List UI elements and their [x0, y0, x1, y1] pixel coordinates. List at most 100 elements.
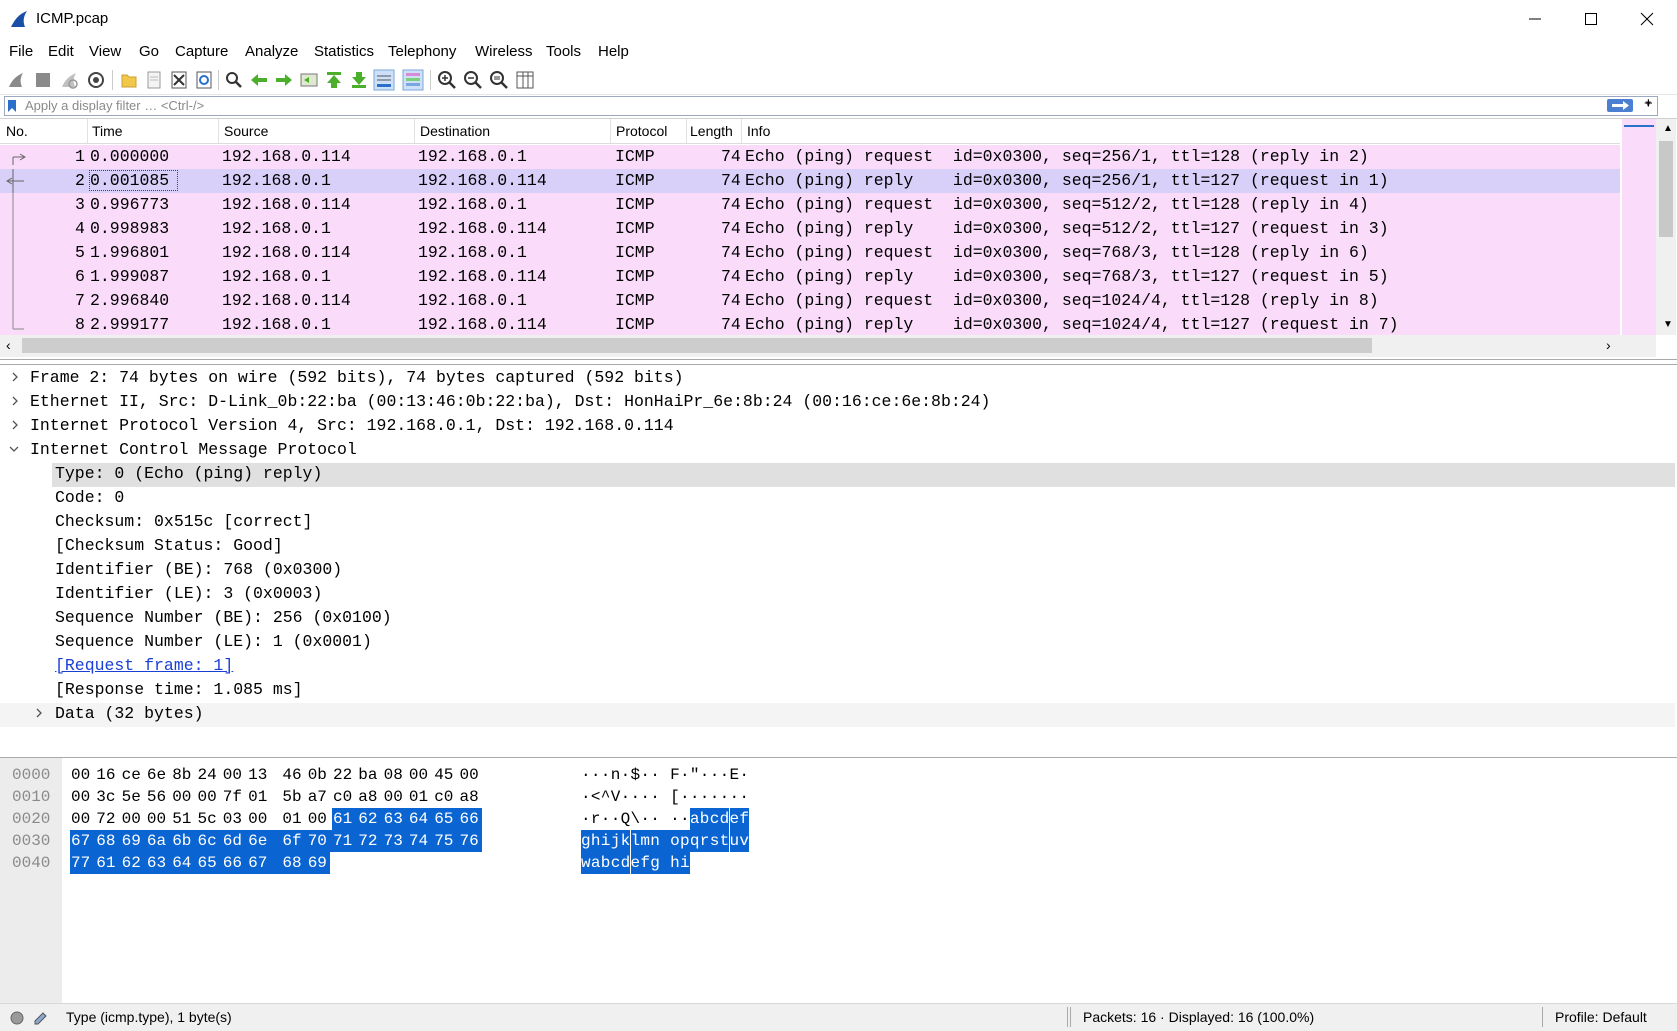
zoom-out-icon[interactable]	[462, 69, 484, 91]
hex-byte[interactable]: c0	[433, 786, 459, 808]
hex-byte[interactable]: 00	[197, 786, 223, 808]
hex-byte[interactable]: 00	[121, 808, 147, 830]
ascii-char[interactable]: ·	[690, 786, 700, 808]
menu-view[interactable]: View	[89, 43, 121, 60]
minimize-button[interactable]	[1506, 0, 1564, 38]
hex-byte[interactable]: 6e	[247, 830, 283, 852]
ascii-char[interactable]: ·	[700, 786, 710, 808]
ascii-char[interactable]: w	[581, 852, 591, 874]
chevron-right-icon[interactable]	[10, 396, 20, 406]
packet-row[interactable]: 7 2.996840 192.168.0.114 192.168.0.1 ICM…	[0, 289, 1620, 313]
column-header-source[interactable]: Source	[224, 123, 268, 139]
hex-byte[interactable]: 62	[357, 808, 384, 830]
ascii-char[interactable]: u	[729, 830, 740, 852]
hex-byte[interactable]: 6f	[281, 830, 308, 852]
hex-byte[interactable]: 00	[307, 808, 333, 830]
hex-byte[interactable]: 6c	[196, 830, 223, 852]
ascii-char[interactable]: ·	[700, 764, 710, 786]
chevron-down-icon[interactable]: ▼	[1663, 319, 1673, 330]
packet-row[interactable]: 5 1.996801 192.168.0.114 192.168.0.1 ICM…	[0, 241, 1620, 265]
hex-byte[interactable]: 72	[357, 830, 384, 852]
column-header-time[interactable]: Time	[92, 123, 123, 139]
ascii-char[interactable]: [	[670, 786, 680, 808]
hex-byte[interactable]: 03	[222, 808, 248, 830]
hex-byte[interactable]: 6e	[146, 764, 172, 786]
ascii-char[interactable]: Q	[621, 808, 631, 830]
tree-item-seq-be[interactable]: Sequence Number (BE): 256 (0x0100)	[0, 607, 1675, 631]
hex-byte[interactable]: 68	[95, 830, 122, 852]
ascii-char[interactable]: ·	[739, 786, 749, 808]
hex-line[interactable]: 0000 00 16 ce 6e 8b 24 00 13 46 0b 22 ba 08 00 45 00 · · · n…	[0, 764, 1677, 786]
ascii-char[interactable]: j	[610, 830, 621, 852]
ascii-char[interactable]: ·	[621, 764, 631, 786]
tree-item-icmp[interactable]: Internet Control Message Protocol	[0, 439, 1675, 463]
restart-capture-icon[interactable]	[58, 69, 80, 91]
ascii-char[interactable]: ·	[720, 764, 730, 786]
close-file-icon[interactable]	[168, 69, 190, 91]
hex-byte[interactable]: 01	[281, 808, 307, 830]
hex-byte[interactable]: 67	[247, 852, 283, 874]
hex-byte[interactable]: 64	[171, 852, 198, 874]
scrollbar-thumb[interactable]	[22, 338, 1372, 353]
ascii-char[interactable]: m	[640, 830, 651, 852]
ascii-char[interactable]: ·	[710, 786, 720, 808]
ascii-char[interactable]: t	[719, 830, 730, 852]
ascii-char[interactable]: ·	[591, 764, 601, 786]
tree-item-identifier-le[interactable]: Identifier (LE): 3 (0x0003)	[0, 583, 1675, 607]
hex-byte[interactable]: 65	[196, 852, 223, 874]
packet-row[interactable]: 6 1.999087 192.168.0.1 192.168.0.114 ICM…	[0, 265, 1620, 289]
chevron-right-icon[interactable]	[10, 372, 20, 382]
last-packet-icon[interactable]	[348, 69, 370, 91]
hex-byte[interactable]: 62	[120, 852, 147, 874]
ascii-char[interactable]: i	[600, 830, 611, 852]
vertical-scrollbar[interactable]: ▲ ▼	[1656, 119, 1676, 335]
hex-byte[interactable]: 64	[407, 808, 435, 830]
ascii-char[interactable]: ·	[730, 786, 740, 808]
colorize-icon[interactable]	[402, 69, 424, 91]
hex-byte[interactable]: 61	[95, 852, 122, 874]
ascii-char[interactable]: h	[590, 830, 601, 852]
ascii-char[interactable]: o	[670, 830, 680, 852]
add-filter-button[interactable]: +	[1644, 95, 1653, 112]
menu-wireless[interactable]: Wireless	[475, 43, 533, 60]
hex-byte[interactable]: 00	[70, 786, 96, 808]
tree-item-frame[interactable]: Frame 2: 74 bytes on wire (592 bits), 74…	[0, 367, 1675, 391]
hex-byte[interactable]: 00	[171, 786, 197, 808]
hex-byte[interactable]: c0	[332, 786, 358, 808]
ascii-char[interactable]: e	[729, 808, 740, 830]
ascii-char[interactable]: r	[699, 830, 710, 852]
hex-byte[interactable]: 63	[382, 808, 409, 830]
ascii-char[interactable]: <	[591, 786, 601, 808]
ascii-char[interactable]: a	[590, 852, 601, 874]
ascii-char[interactable]: ·	[640, 786, 650, 808]
hex-byte[interactable]: 67	[70, 830, 97, 852]
capture-comment-icon[interactable]	[33, 1009, 49, 1025]
go-back-icon[interactable]	[248, 69, 270, 91]
hex-byte[interactable]: a8	[357, 786, 383, 808]
ascii-char[interactable]: ·	[640, 808, 650, 830]
ascii-char[interactable]: ·	[581, 786, 591, 808]
hex-line[interactable]: 0020 00 72 00 00 51 5c 03 00 01 00 61 62 63 64 65 66 · r · ·…	[0, 808, 1677, 830]
ascii-char[interactable]: v	[739, 830, 750, 852]
status-profile[interactable]: Profile: Default	[1555, 1009, 1647, 1025]
tree-item-seq-le[interactable]: Sequence Number (LE): 1 (0x0001)	[0, 631, 1675, 655]
ascii-char[interactable]: ^	[601, 786, 611, 808]
menu-help[interactable]: Help	[598, 43, 629, 60]
menu-telephony[interactable]: Telephony	[388, 43, 456, 60]
ascii-char[interactable]: $	[631, 764, 641, 786]
ascii-char[interactable]: \	[631, 808, 641, 830]
ascii-char[interactable]: f	[640, 852, 651, 874]
tree-item-checksum-status[interactable]: [Checksum Status: Good]	[0, 535, 1675, 559]
hex-byte[interactable]: 74	[407, 830, 435, 852]
hex-byte[interactable]: 5c	[197, 808, 223, 830]
normal-size-icon[interactable]	[488, 69, 510, 91]
column-header-info[interactable]: Info	[747, 123, 770, 139]
hex-byte[interactable]: 65	[433, 808, 460, 830]
hex-byte[interactable]: 00	[383, 786, 409, 808]
hex-byte[interactable]: ba	[357, 764, 383, 786]
packet-row-selected[interactable]: 2 0.001085 192.168.0.1 192.168.0.114 ICM…	[0, 169, 1620, 193]
chevron-left-icon[interactable]: ‹	[6, 337, 11, 353]
ascii-char[interactable]: "	[690, 764, 700, 786]
ascii-char[interactable]: ·	[710, 764, 720, 786]
ascii-char[interactable]: ·	[650, 786, 670, 808]
